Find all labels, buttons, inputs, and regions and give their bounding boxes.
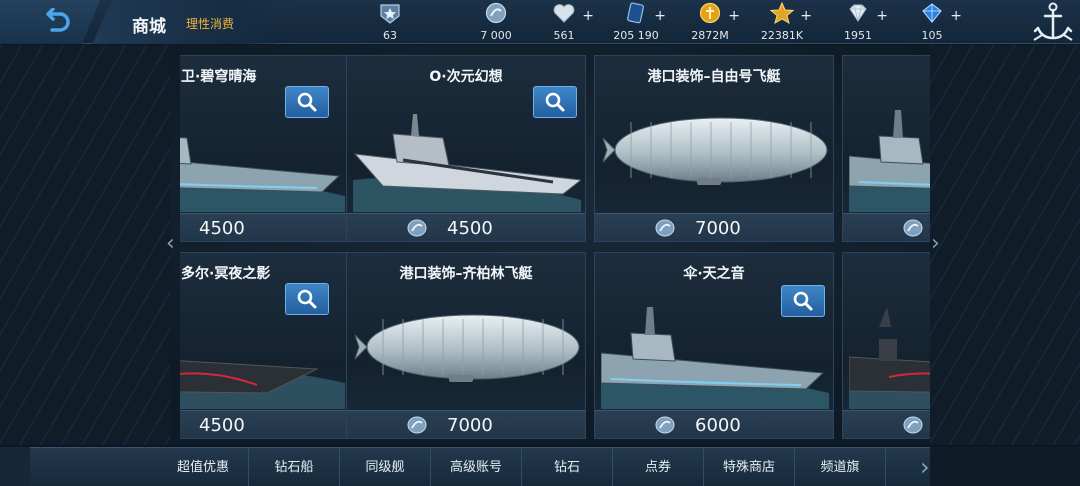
silver-coin-icon [655,219,675,237]
plus-icon[interactable]: + [582,8,594,24]
resource-value: 561 [553,29,575,42]
shop-item-card[interactable]: O·次元幻想 4500 [346,55,586,242]
item-price: 7000 [695,218,741,239]
item-name: 港口装饰–齐柏林飞艇 [399,266,533,282]
category-tab[interactable]: 点券 [613,448,704,486]
plus-icon[interactable]: + [800,8,812,24]
search-icon [545,92,565,112]
resource-star[interactable]: + 22381K [744,1,820,42]
card-icon [627,2,644,24]
bottom-right-cap [930,447,1080,486]
tabs-next-icon[interactable]: › [920,452,936,482]
preview-button[interactable] [781,285,825,317]
shop-grid: 卫·碧穹晴海 4500 O·次元幻想 4500 港口装饰–自由号飞艇 7000 多尔·冥夜之… [180,55,930,443]
silver-coin-icon [485,2,507,24]
resource-value: 63 [383,29,397,42]
scroll-left-icon[interactable]: ‹ [166,230,178,258]
back-arrow-icon [46,8,70,32]
plus-icon[interactable]: + [728,8,740,24]
airship-image [354,314,580,382]
category-tab[interactable]: 特殊商店 [704,448,795,486]
silver-coin-icon [407,219,427,237]
resource-value: 2872M [691,29,729,42]
scroll-right-icon[interactable]: › [931,230,943,258]
category-tab[interactable]: 高级账号 [431,448,522,486]
resource-gem[interactable]: + 105 [894,2,970,42]
diamond-icon [849,4,867,22]
page-subtitle: 理性消费 [186,17,235,31]
ship-image [849,110,930,212]
plus-icon[interactable]: + [876,8,888,24]
category-tab[interactable]: 钻石船 [249,448,340,486]
shop-item-card[interactable] [842,55,930,242]
preview-button[interactable] [285,283,329,315]
shop-item-card[interactable]: 卫·碧穹晴海 4500 [180,55,350,242]
item-price: 6000 [695,415,741,436]
heart-icon [553,4,575,23]
resource-value: 105 [921,29,943,42]
item-price: 4500 [199,415,245,436]
item-price: 7000 [447,415,493,436]
airship-image [602,117,828,185]
shop-item-card[interactable]: 港口装饰–齐柏林飞艇 7000 [346,252,586,439]
back-button[interactable] [0,0,100,44]
silver-coin-icon [903,219,923,237]
page-title: 商城 [132,17,166,37]
price-bar [843,410,930,438]
plus-icon[interactable]: + [654,8,666,24]
item-name: O·次元幻想 [429,69,503,85]
price-bar: 4500 [180,410,349,438]
preview-button[interactable] [285,86,329,118]
top-bar: 商城 理性消费 63 7 000 + 561 + 205 190 + 2872M… [0,0,1080,44]
bottom-left-cap [0,447,30,486]
item-price: 4500 [199,218,245,239]
search-icon [297,92,317,112]
resource-value: 1951 [844,29,872,42]
item-price: 4500 [447,218,493,239]
price-bar: 4500 [347,213,585,241]
search-icon [297,289,317,309]
category-tab[interactable]: 超值优惠 [158,448,249,486]
resource-value: 205 190 [613,29,659,42]
price-bar: 7000 [347,410,585,438]
silver-coin-icon [903,416,923,434]
resource-value: 22381K [760,29,804,42]
right-side-panel [930,45,1080,445]
item-name: 港口装饰–自由号飞艇 [647,69,781,85]
shop-item-card[interactable]: 港口装饰–自由号飞艇 7000 [594,55,834,242]
left-side-panel [0,45,170,445]
category-tabs: 超值优惠 钻石船 同级舰 高级账号 钻石 点券 特殊商店 频道旗 [30,447,930,486]
resource-value: 7 000 [480,29,512,42]
category-tab[interactable]: 钻石 [522,448,613,486]
resource-silver: 7 000 [458,2,534,42]
shop-item-card[interactable]: 多尔·冥夜之影 4500 [180,252,350,439]
resource-heart[interactable]: + 561 [526,2,602,42]
star-icon [769,1,795,25]
shop-item-card[interactable] [842,252,930,439]
resource-rank: 63 [352,2,428,42]
item-name: 伞·天之音 [683,266,745,282]
price-bar: 6000 [595,410,833,438]
preview-button[interactable] [533,86,577,118]
shop-item-card[interactable]: 伞·天之音 6000 [594,252,834,439]
resource-card[interactable]: + 205 190 [598,2,674,42]
plus-icon[interactable]: + [950,8,962,24]
anchor-icon[interactable] [1030,0,1076,44]
resource-diamond[interactable]: + 1951 [820,2,896,42]
category-tab[interactable]: 频道旗 [795,448,886,486]
search-icon [793,291,813,311]
category-tab[interactable]: 同级舰 [340,448,431,486]
rank-badge-icon [380,4,400,24]
blue-gem-icon [922,3,942,23]
resource-gold[interactable]: + 2872M [672,2,748,42]
ship-image [849,307,930,409]
gold-coin-icon [699,2,721,24]
silver-coin-icon [655,416,675,434]
silver-coin-icon [407,416,427,434]
price-bar: 4500 [180,213,349,241]
price-bar: 7000 [595,213,833,241]
price-bar [843,213,930,241]
